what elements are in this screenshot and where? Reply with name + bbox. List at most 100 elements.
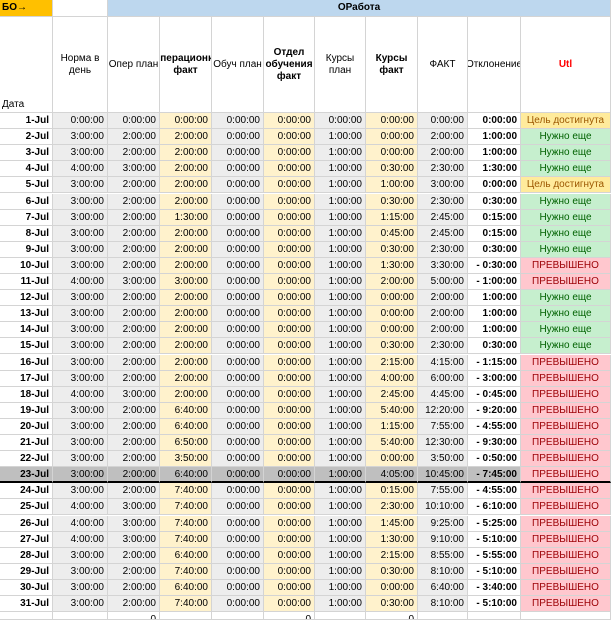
cell-kursy-plan[interactable]: 1:00:00: [315, 338, 366, 355]
footer-obuch-plan[interactable]: [212, 612, 264, 620]
cell-norma[interactable]: 3:00:00: [53, 129, 108, 146]
cell-oper-fact[interactable]: 6:40:00: [160, 467, 212, 484]
cell-oper-plan[interactable]: 3:00:00: [108, 499, 160, 516]
cell-otdel-fact[interactable]: 0:00:00: [264, 402, 315, 419]
cell-date[interactable]: 22-Jul: [0, 451, 53, 468]
cell-kursy-plan[interactable]: 1:00:00: [315, 563, 366, 580]
cell-otkl[interactable]: - 7:45:00: [468, 467, 521, 484]
header-date[interactable]: Дата: [0, 17, 53, 113]
cell-norma[interactable]: 3:00:00: [53, 579, 108, 596]
cell-kursy-plan[interactable]: 1:00:00: [315, 386, 366, 403]
cell-norma[interactable]: 3:00:00: [53, 418, 108, 435]
cell-obuch-plan[interactable]: 0:00:00: [212, 209, 264, 226]
cell-kursy-fact[interactable]: 0:00:00: [366, 306, 418, 323]
cell-otdel-fact[interactable]: 0:00:00: [264, 386, 315, 403]
cell-norma[interactable]: 4:00:00: [53, 161, 108, 178]
cell-otkl[interactable]: - 1:00:00: [468, 274, 521, 291]
cell-kursy-plan[interactable]: 1:00:00: [315, 274, 366, 291]
cell-fakt[interactable]: 2:00:00: [418, 322, 468, 339]
cell-oper-plan[interactable]: 2:00:00: [108, 290, 160, 307]
cell-otdel-fact[interactable]: 0:00:00: [264, 306, 315, 323]
cell-otkl[interactable]: 0:30:00: [468, 241, 521, 258]
cell-date[interactable]: 5-Jul: [0, 177, 53, 194]
cell-otkl[interactable]: 0:30:00: [468, 193, 521, 210]
cell-oper-fact[interactable]: 3:00:00: [160, 274, 212, 291]
cell-otkl[interactable]: - 6:10:00: [468, 499, 521, 516]
cell-date[interactable]: 14-Jul: [0, 322, 53, 339]
cell-obuch-plan[interactable]: 0:00:00: [212, 129, 264, 146]
cell-kursy-fact[interactable]: 1:00:00: [366, 177, 418, 194]
cell-kursy-fact[interactable]: 0:30:00: [366, 338, 418, 355]
cell-norma[interactable]: 3:00:00: [53, 467, 108, 484]
cell-oper-fact[interactable]: 2:00:00: [160, 386, 212, 403]
cell-otkl[interactable]: - 9:20:00: [468, 402, 521, 419]
cell-date[interactable]: 19-Jul: [0, 402, 53, 419]
cell-norma[interactable]: 3:00:00: [53, 177, 108, 194]
cell-obuch-plan[interactable]: 0:00:00: [212, 386, 264, 403]
footer-oper-plan[interactable]: 0: [108, 612, 160, 620]
cell-date[interactable]: 18-Jul: [0, 386, 53, 403]
cell-kursy-plan[interactable]: 1:00:00: [315, 579, 366, 596]
cell-utl[interactable]: Нужно еще: [521, 338, 611, 355]
cell-otkl[interactable]: 1:00:00: [468, 322, 521, 339]
cell-oper-fact[interactable]: 2:00:00: [160, 225, 212, 242]
cell-obuch-plan[interactable]: 0:00:00: [212, 435, 264, 452]
cell-norma[interactable]: 3:00:00: [53, 402, 108, 419]
cell-kursy-plan[interactable]: 1:00:00: [315, 145, 366, 162]
cell-obuch-plan[interactable]: 0:00:00: [212, 579, 264, 596]
cell-fakt[interactable]: 2:30:00: [418, 193, 468, 210]
cell-oper-fact[interactable]: 2:00:00: [160, 322, 212, 339]
cell-oper-plan[interactable]: 2:00:00: [108, 402, 160, 419]
cell-date[interactable]: 25-Jul: [0, 499, 53, 516]
cell-date[interactable]: 8-Jul: [0, 225, 53, 242]
cell-oper-plan[interactable]: 2:00:00: [108, 322, 160, 339]
cell-norma[interactable]: 3:00:00: [53, 306, 108, 323]
cell-date[interactable]: 20-Jul: [0, 418, 53, 435]
cell-kursy-plan[interactable]: 1:00:00: [315, 177, 366, 194]
cell-kursy-plan[interactable]: 1:00:00: [315, 515, 366, 532]
cell-otdel-fact[interactable]: 0:00:00: [264, 177, 315, 194]
cell-oper-plan[interactable]: 2:00:00: [108, 579, 160, 596]
cell-fakt[interactable]: 8:10:00: [418, 596, 468, 613]
cell-fakt[interactable]: 3:30:00: [418, 257, 468, 274]
cell-date[interactable]: 28-Jul: [0, 547, 53, 564]
cell-norma[interactable]: 4:00:00: [53, 499, 108, 516]
cell-otkl[interactable]: - 5:10:00: [468, 563, 521, 580]
cell-utl[interactable]: ПРЕВЫШЕНО: [521, 467, 611, 484]
cell-oper-plan[interactable]: 2:00:00: [108, 338, 160, 355]
cell-otdel-fact[interactable]: 0:00:00: [264, 161, 315, 178]
cell-kursy-plan[interactable]: 1:00:00: [315, 306, 366, 323]
cell-date[interactable]: 23-Jul: [0, 467, 53, 484]
cell-otkl[interactable]: 1:00:00: [468, 145, 521, 162]
cell-fakt[interactable]: 12:20:00: [418, 402, 468, 419]
cell-norma[interactable]: 3:00:00: [53, 370, 108, 387]
cell-otkl[interactable]: 0:15:00: [468, 225, 521, 242]
cell-oper-plan[interactable]: 3:00:00: [108, 531, 160, 548]
cell-date[interactable]: 13-Jul: [0, 306, 53, 323]
cell-obuch-plan[interactable]: 0:00:00: [212, 483, 264, 500]
cell-date[interactable]: 10-Jul: [0, 257, 53, 274]
cell-utl[interactable]: Нужно еще: [521, 209, 611, 226]
footer-date[interactable]: [0, 612, 53, 620]
cell-otkl[interactable]: 1:30:00: [468, 161, 521, 178]
cell-kursy-fact[interactable]: 0:00:00: [366, 322, 418, 339]
cell-kursy-fact[interactable]: 0:30:00: [366, 241, 418, 258]
cell-kursy-fact[interactable]: 0:00:00: [366, 113, 418, 130]
cell-kursy-fact[interactable]: 2:15:00: [366, 547, 418, 564]
cell-otkl[interactable]: - 0:45:00: [468, 386, 521, 403]
cell-otdel-fact[interactable]: 0:00:00: [264, 579, 315, 596]
cell-obuch-plan[interactable]: 0:00:00: [212, 402, 264, 419]
cell-date[interactable]: 11-Jul: [0, 274, 53, 291]
cell-oper-plan[interactable]: 2:00:00: [108, 257, 160, 274]
cell-otkl[interactable]: - 5:10:00: [468, 596, 521, 613]
cell-oper-fact[interactable]: 2:00:00: [160, 306, 212, 323]
cell-kursy-fact[interactable]: 2:15:00: [366, 354, 418, 371]
cell-obuch-plan[interactable]: 0:00:00: [212, 161, 264, 178]
cell-date[interactable]: 26-Jul: [0, 515, 53, 532]
cell-kursy-fact[interactable]: 0:45:00: [366, 225, 418, 242]
cell-date[interactable]: 21-Jul: [0, 435, 53, 452]
cell-kursy-plan[interactable]: 1:00:00: [315, 257, 366, 274]
cell-kursy-plan[interactable]: 1:00:00: [315, 209, 366, 226]
cell-oper-fact[interactable]: 7:40:00: [160, 483, 212, 500]
cell-kursy-fact[interactable]: 1:15:00: [366, 209, 418, 226]
